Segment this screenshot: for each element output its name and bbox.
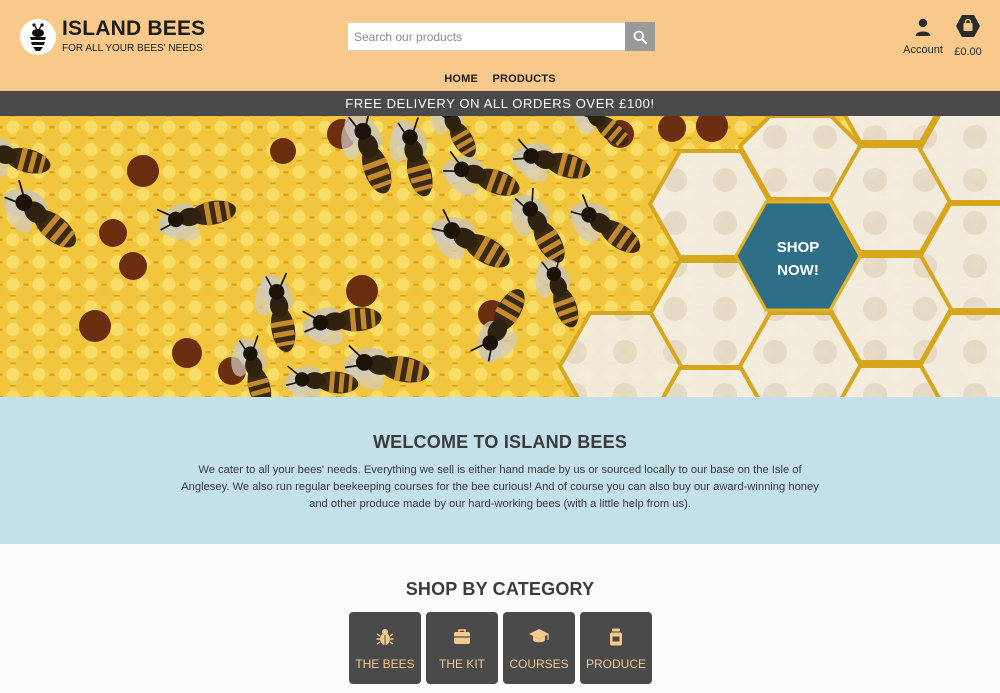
hero-banner: SHOP NOW! — [0, 116, 1000, 397]
bee-logo-icon — [20, 18, 56, 55]
category-label: PRODUCE — [585, 656, 646, 671]
account-link[interactable]: Account — [900, 18, 946, 56]
search-input[interactable] — [347, 22, 625, 51]
category-produce[interactable]: PRODUCE — [580, 612, 652, 684]
search-icon — [633, 30, 647, 44]
graduation-cap-icon — [529, 629, 549, 643]
search-form — [347, 22, 655, 51]
main-nav: HOME PRODUCTS — [0, 69, 1000, 87]
search-button[interactable] — [625, 22, 655, 51]
category-courses[interactable]: COURSES — [503, 612, 575, 684]
welcome-title: WELCOME TO ISLAND BEES — [372, 432, 628, 452]
shop-by-category-title: SHOP BY CATEGORY — [405, 579, 595, 599]
free-delivery-banner: FREE DELIVERY ON ALL ORDERS OVER £100! — [0, 91, 1000, 116]
user-icon — [915, 18, 931, 36]
welcome-section: WELCOME TO ISLAND BEES We cater to all y… — [0, 397, 1000, 544]
category-the-kit[interactable]: THE KIT — [426, 612, 498, 684]
cart-total: £0.00 — [954, 46, 982, 58]
hexagon-bag-icon — [956, 15, 980, 37]
shop-now-button[interactable]: SHOP NOW! — [734, 200, 862, 312]
category-label: THE BEES — [355, 656, 415, 671]
brand-tagline: FOR ALL YOUR BEES' NEEDS — [62, 43, 203, 54]
site-header: ISLAND BEES FOR ALL YOUR BEES' NEEDS Acc… — [0, 0, 1000, 91]
brand-name: ISLAND BEES — [62, 17, 206, 40]
nav-home[interactable]: HOME — [444, 73, 478, 85]
briefcase-icon — [454, 629, 470, 644]
category-label: COURSES — [509, 656, 569, 671]
category-label: THE KIT — [438, 656, 485, 671]
welcome-text: We cater to all your bees' needs. Everyt… — [181, 464, 819, 510]
category-the-bees[interactable]: THE BEES — [349, 612, 421, 684]
account-label: Account — [903, 44, 943, 56]
nav-products[interactable]: PRODUCTS — [492, 73, 555, 85]
shop-now-line1: SHOP — [776, 239, 820, 256]
jar-icon — [610, 628, 622, 645]
category-buttons: THE BEES THE KIT COURSES PRODUCE — [349, 612, 657, 684]
bug-icon — [376, 628, 394, 645]
shop-now-line2: NOW! — [777, 262, 819, 279]
cart-link[interactable]: £0.00 — [950, 14, 986, 58]
brand-logo[interactable]: ISLAND BEES FOR ALL YOUR BEES' NEEDS — [20, 18, 205, 55]
